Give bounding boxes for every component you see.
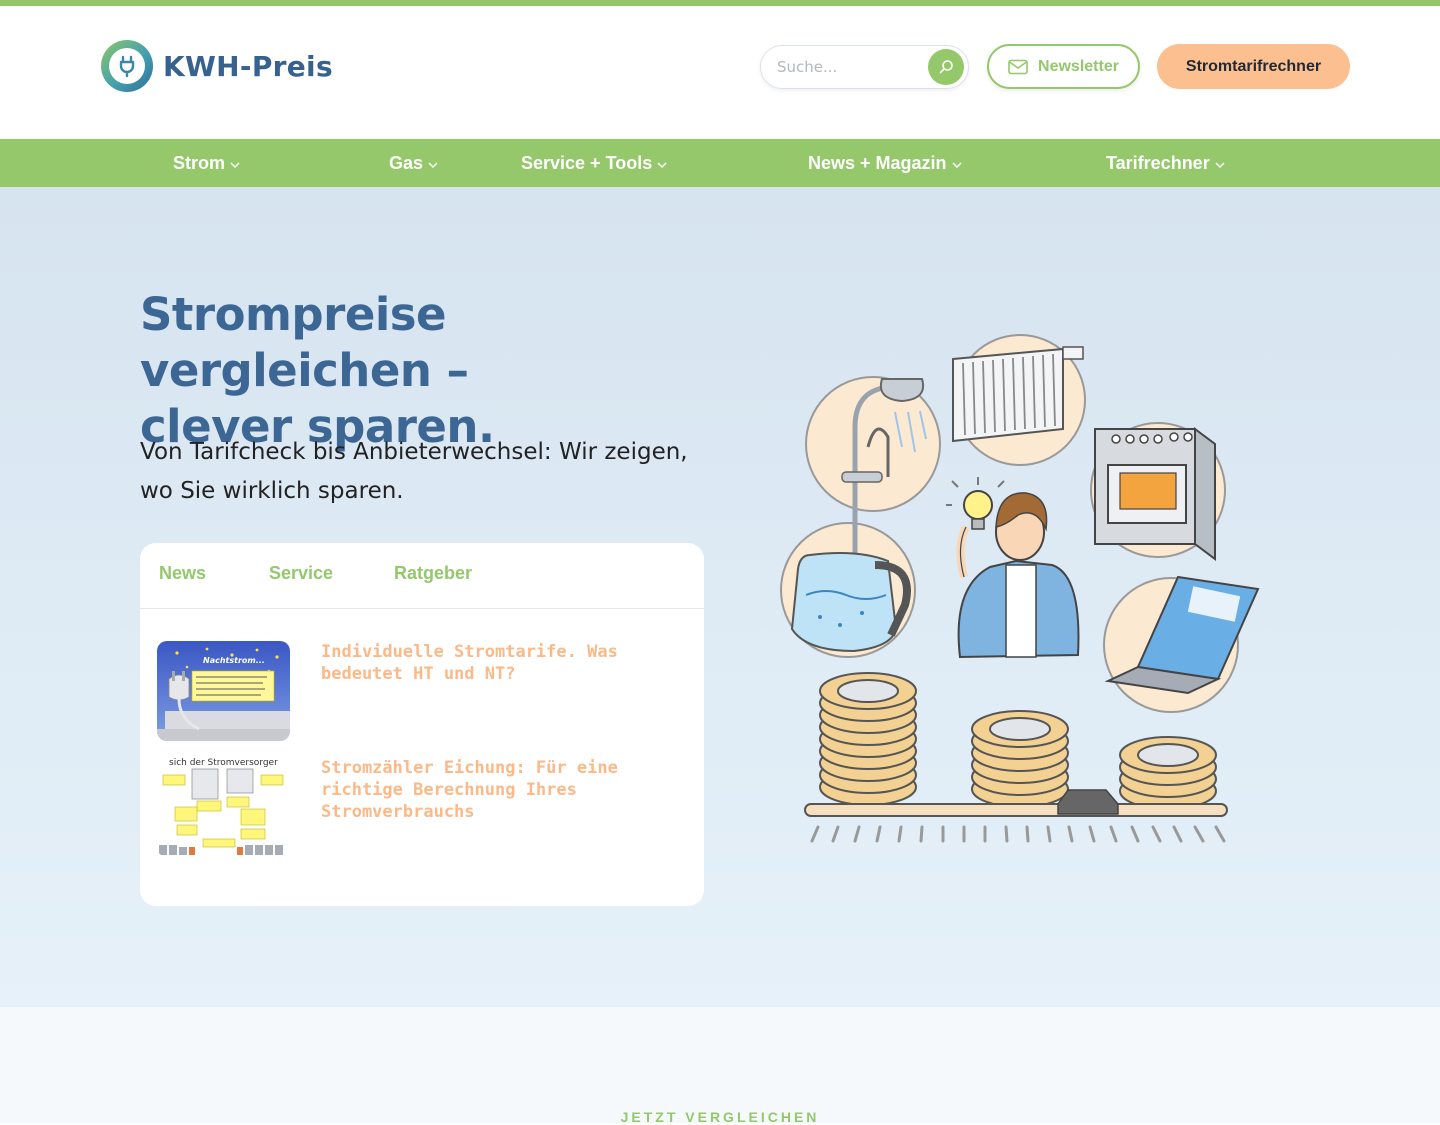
newsletter-label: Newsletter <box>1038 57 1119 75</box>
hero-illustration <box>770 327 1270 862</box>
hero-section: Strompreise vergleichen – clever sparen.… <box>0 187 1440 1007</box>
tab-news[interactable]: News <box>159 563 206 584</box>
hero-lead: Von Tarifcheck bis Anbieterwechsel: Wir … <box>140 439 688 504</box>
chevron-down-icon <box>428 161 438 168</box>
post-title-link[interactable]: Stromzähler Eichung: Für eine richtige B… <box>321 757 691 823</box>
search-input[interactable] <box>777 56 917 78</box>
list-item[interactable]: sich der Stromversorger Stromzähler Eich… <box>157 757 687 857</box>
brand-name: KWH-Preis <box>163 49 333 83</box>
nav-item-label: Gas <box>389 152 424 173</box>
compare-section: JETZT VERGLEICHEN <box>0 1007 1440 1125</box>
nav-item-tarifrechner[interactable]: Tarifrechner <box>1106 139 1225 187</box>
search-box <box>760 45 969 89</box>
plug-logo-icon <box>101 40 153 92</box>
site-header: KWH-Preis Newsletter Stromtarifrechner <box>0 6 1440 139</box>
nav-item-label: Service + Tools <box>521 152 653 173</box>
search-button[interactable] <box>928 49 964 85</box>
site-logo[interactable]: KWH-Preis <box>101 40 333 92</box>
chevron-down-icon <box>952 161 962 168</box>
post-title-link[interactable]: Individuelle Stromtarife. Was bedeutet H… <box>321 641 691 685</box>
post-thumbnail-stromzaehler[interactable]: sich der Stromversorger <box>157 757 290 857</box>
chevron-down-icon <box>1215 161 1225 168</box>
tab-ratgeber[interactable]: Ratgeber <box>394 563 472 584</box>
nav-item-strom[interactable]: Strom <box>173 139 240 187</box>
chevron-down-icon <box>230 161 240 168</box>
nav-item-label: Strom <box>173 152 226 173</box>
card-tabs: News Service Ratgeber <box>140 543 704 609</box>
stromtarifrechner-button[interactable]: Stromtarifrechner <box>1157 44 1350 89</box>
newsletter-button[interactable]: Newsletter <box>987 44 1140 89</box>
chevron-down-icon <box>657 161 667 168</box>
tab-service[interactable]: Service <box>269 563 333 584</box>
nav-item-label: Tarifrechner <box>1106 152 1210 173</box>
main-navigation: Strom Gas Service + Tools News + Magazin… <box>0 139 1440 187</box>
nav-item-service-tools[interactable]: Service + Tools <box>521 139 667 187</box>
radiator-icon <box>952 346 1084 443</box>
search-icon <box>939 60 953 74</box>
hero-title: Strompreise vergleichen – clever sparen. <box>140 287 740 455</box>
nav-item-gas[interactable]: Gas <box>389 139 438 187</box>
post-thumbnail-nachtstrom[interactable]: Nachtstrom... <box>157 641 290 741</box>
hero-title-line-1: Strompreise vergleichen – <box>140 288 469 397</box>
thumb-heading: Nachtstrom... <box>203 656 265 665</box>
mail-icon <box>1008 59 1028 74</box>
kettle-icon <box>790 552 911 653</box>
stromtarifrechner-label: Stromtarifrechner <box>1185 57 1322 75</box>
oven-icon <box>1094 427 1216 561</box>
list-item[interactable]: Nachtstrom... Individuelle Stromtarife. … <box>157 641 687 741</box>
nav-item-label: News + Magazin <box>808 152 947 173</box>
thumb-heading: sich der Stromversorger <box>169 758 278 768</box>
news-card: News Service Ratgeber Nachtstrom... Indi… <box>140 543 704 906</box>
nav-item-news-magazin[interactable]: News + Magazin <box>808 139 962 187</box>
